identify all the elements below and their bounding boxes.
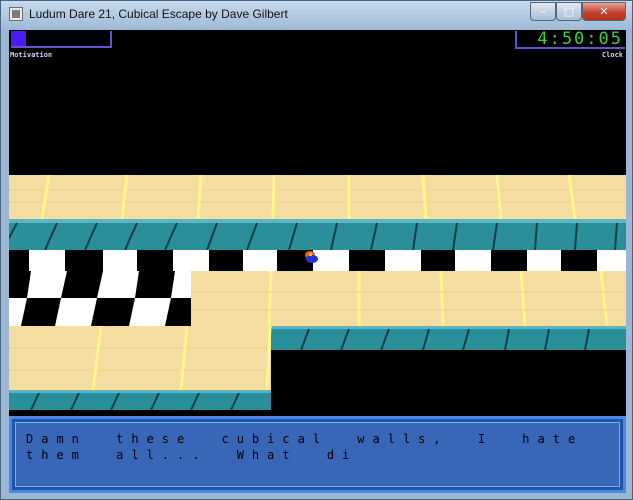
title-bar[interactable]: Ludum Dare 21, Cubical Escape by Dave Gi… <box>1 1 632 29</box>
close-button[interactable]: ✕ <box>582 2 626 21</box>
window-title: Ludum Dare 21, Cubical Escape by Dave Gi… <box>29 7 288 21</box>
clock-label: Clock <box>601 51 623 59</box>
checkered-floor <box>9 271 191 326</box>
minimize-button[interactable]: – <box>530 2 556 21</box>
motivation-fill <box>11 31 26 46</box>
dialog-panel: Damn these cubical walls, I hate them al… <box>15 422 620 487</box>
lower-floor <box>9 325 272 391</box>
game-viewport[interactable]: Motivation 4:50:05 Clock Damn these cubi… <box>9 30 626 493</box>
upper-floor <box>9 174 626 220</box>
middle-floor <box>191 270 626 327</box>
motivation-bar <box>11 31 112 48</box>
app-icon <box>9 7 23 21</box>
middle-wall <box>271 326 626 351</box>
game-window: Ludum Dare 21, Cubical Escape by Dave Gi… <box>0 0 633 500</box>
lower-wall <box>9 390 271 411</box>
upper-wall <box>9 219 626 251</box>
maximize-button[interactable]: □ <box>556 2 582 21</box>
motivation-label: Motivation <box>10 51 53 59</box>
dialog-box[interactable]: Damn these cubical walls, I hate them al… <box>9 416 626 493</box>
clock-time: 4:50:05 <box>537 30 623 49</box>
dialog-text: Damn these cubical walls, I hate them al… <box>26 432 584 462</box>
clock-display: 4:50:05 <box>515 30 625 49</box>
